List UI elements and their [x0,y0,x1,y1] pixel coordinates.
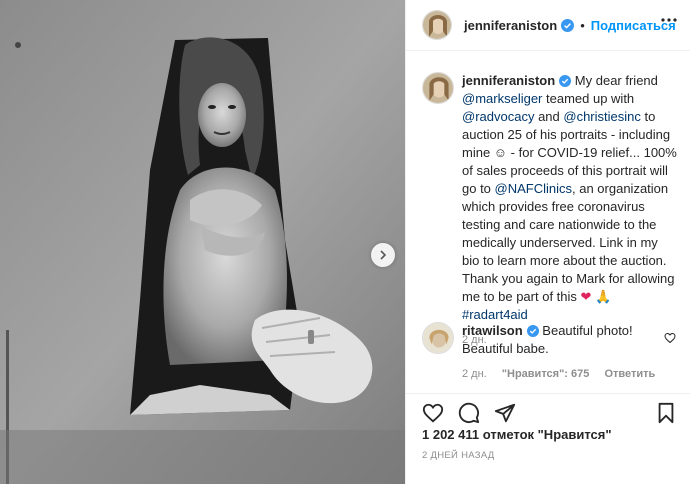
caption-text: jenniferaniston My dear friend @markseli… [462,72,677,324]
reply-button[interactable]: Ответить [604,368,655,380]
commenter-username[interactable]: ritawilson [462,323,523,338]
post-photo [0,0,405,484]
caption-segment: and [534,109,564,124]
verified-badge-icon [559,75,572,87]
mention-link[interactable]: @markseliger [462,91,542,106]
likes-count[interactable]: 1 202 411 отметок "Нравится" [422,427,612,442]
comments-section: jenniferaniston My dear friend @markseli… [406,52,690,393]
next-image-button[interactable] [371,243,395,267]
verified-badge-icon [561,18,575,32]
mention-link[interactable]: @NAFClinics [495,181,572,196]
hashtag-link[interactable]: #radart4aid [462,307,528,322]
verified-badge-icon [526,325,539,337]
instagram-post: jenniferaniston • Подписаться jenniferan… [0,0,690,484]
mention-link[interactable]: @radvocacy [462,109,534,124]
heart-icon[interactable] [422,402,444,424]
author-username[interactable]: jenniferaniston [464,18,557,33]
post-media[interactable] [0,0,405,484]
caption-username[interactable]: jenniferaniston [462,73,555,88]
share-icon[interactable] [494,402,516,424]
comment-likes[interactable]: "Нравится": 675 [502,368,590,380]
post-date[interactable]: 2 ДНЕЙ НАЗАД [422,450,495,461]
comment-text: ritawilson Beautiful photo! Beautiful ba… [462,322,677,358]
caption-emoji: ❤ 🙏 [580,289,612,304]
separator-dot: • [580,17,585,33]
more-icon[interactable] [661,18,677,22]
heart-icon[interactable] [664,332,676,344]
commenter-avatar[interactable] [422,322,454,354]
author-avatar[interactable] [422,10,452,40]
bookmark-icon[interactable] [656,402,676,424]
caption-avatar[interactable] [422,72,454,104]
comment-icon[interactable] [458,402,480,424]
comment-time[interactable]: 2 дн. [462,368,487,380]
comment-item: ritawilson Beautiful photo! Beautiful ba… [406,322,690,380]
comment-meta: 2 дн. "Нравится": 675 Ответить [462,368,677,380]
caption-segment: teamed up with [542,91,635,106]
chevron-right-icon [380,250,387,260]
post-sidebar: jenniferaniston • Подписаться jenniferan… [405,0,690,484]
post-header: jenniferaniston • Подписаться [406,0,690,51]
caption-segment: My dear friend [571,73,658,88]
caption-segment: , an organization which provides free co… [462,181,675,304]
caption-comment: jenniferaniston My dear friend @markseli… [406,72,690,346]
mention-link[interactable]: @christiesinc [563,109,641,124]
